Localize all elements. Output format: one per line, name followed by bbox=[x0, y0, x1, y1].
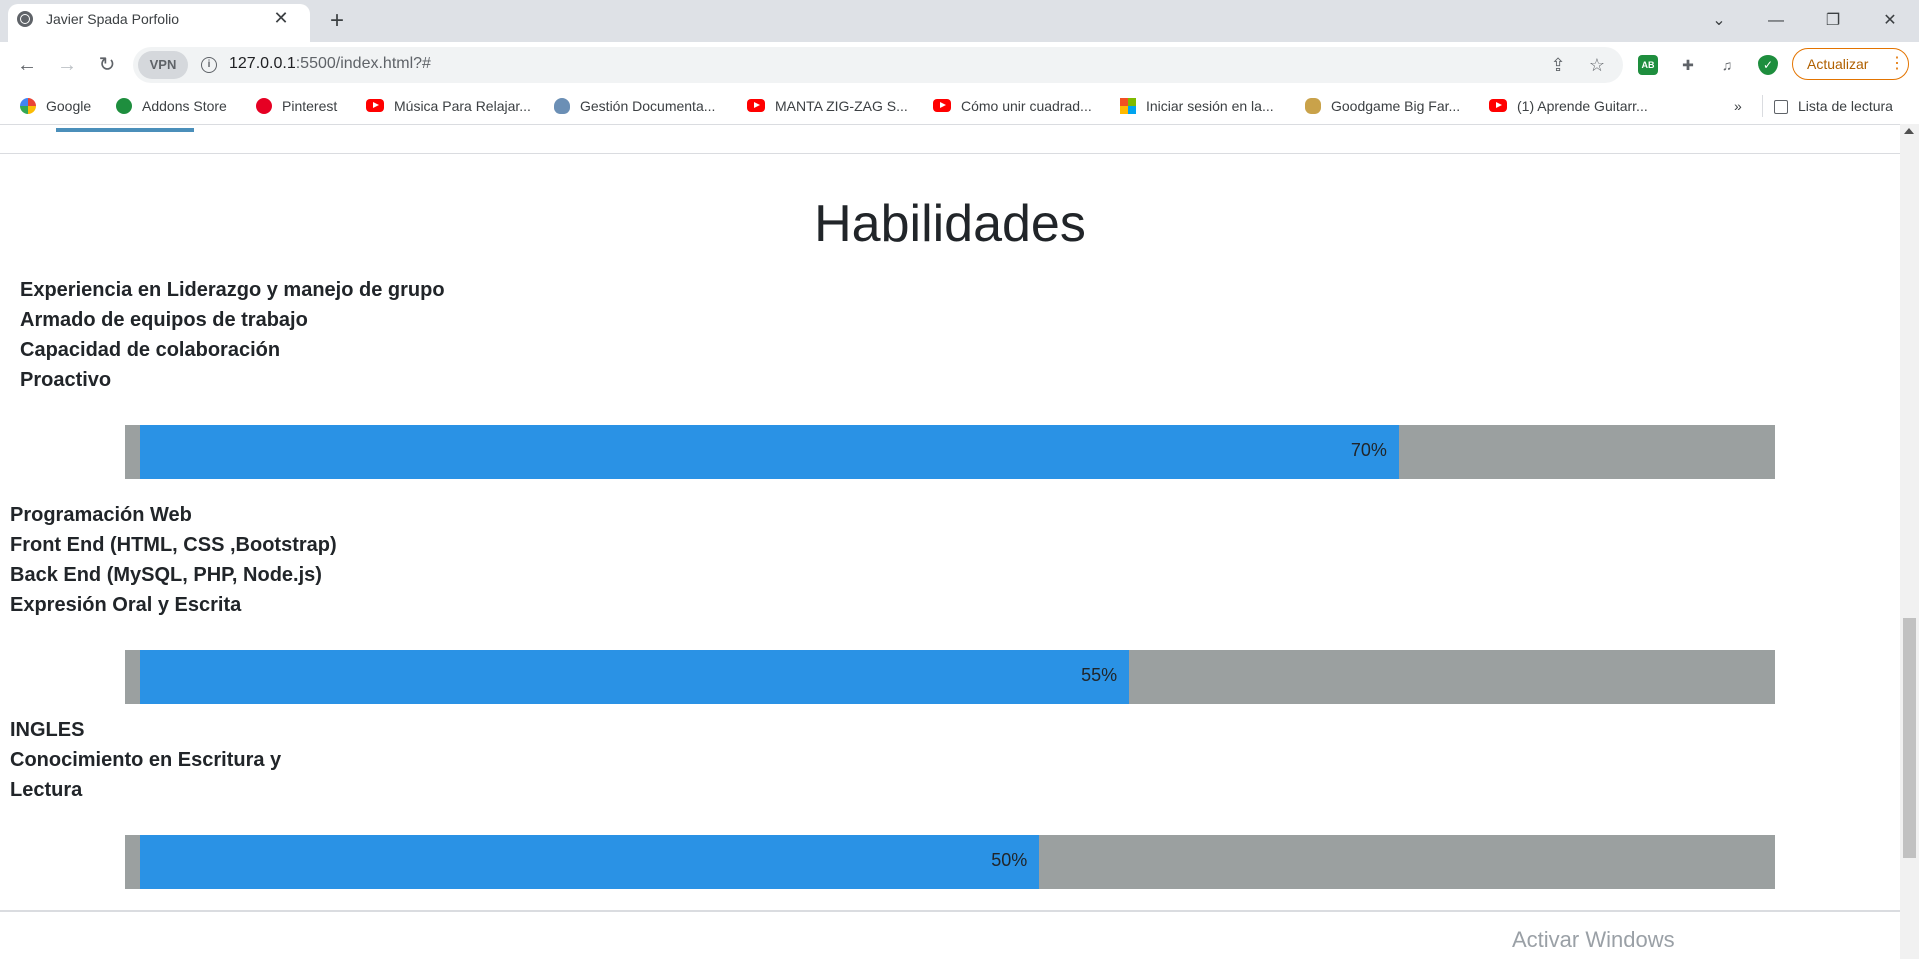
skill-item: Experiencia en Liderazgo y manejo de gru… bbox=[20, 279, 445, 301]
skill-item: Front End (HTML, CSS ,Bootstrap) bbox=[10, 534, 337, 556]
forward-icon[interactable]: → bbox=[52, 50, 82, 80]
page-title: Habilidades bbox=[814, 195, 1086, 253]
bookmarks-divider bbox=[1762, 95, 1763, 117]
bookmark-item[interactable]: Goodgame Big Far... bbox=[1305, 95, 1460, 117]
restore-button[interactable]: ❐ bbox=[1813, 6, 1853, 36]
progress-fill-3: 50% bbox=[140, 835, 1040, 889]
scrollbar-thumb[interactable] bbox=[1903, 618, 1916, 858]
skill-item: Lectura bbox=[10, 779, 83, 801]
skill-item: Armado de equipos de trabajo bbox=[20, 309, 308, 331]
progress-bar-1: 70% bbox=[125, 425, 1775, 479]
skill-item: Back End (MySQL, PHP, Node.js) bbox=[10, 564, 322, 586]
bookmark-item[interactable]: Cómo unir cuadrad... bbox=[933, 95, 1092, 117]
progress-bar-2: 55% bbox=[125, 650, 1775, 704]
bookmark-item[interactable]: Gestión Documenta... bbox=[554, 95, 715, 117]
progress-label-3: 50% bbox=[991, 850, 1028, 870]
reading-list-button[interactable]: Lista de lectura bbox=[1774, 95, 1893, 117]
bookmark-item[interactable]: Addons Store bbox=[116, 95, 227, 117]
media-control-icon[interactable]: ♫ bbox=[1715, 53, 1739, 77]
reload-icon[interactable]: ↻ bbox=[92, 50, 122, 80]
bookmark-item[interactable]: (1) Aprende Guitarr... bbox=[1489, 95, 1648, 117]
microsoft-icon bbox=[1120, 98, 1136, 114]
skill-item: Conocimiento en Escritura y bbox=[10, 749, 282, 771]
bookmark-label: Iniciar sesión en la... bbox=[1146, 98, 1274, 114]
bookmark-item[interactable]: Pinterest bbox=[256, 95, 337, 117]
bookmark-star-icon[interactable]: ☆ bbox=[1584, 52, 1610, 78]
nav-active-indicator bbox=[56, 128, 194, 132]
addons-icon bbox=[116, 98, 132, 114]
skills-group-1: Experiencia en Liderazgo y manejo de gru… bbox=[20, 275, 445, 395]
scroll-up-arrow[interactable] bbox=[1904, 128, 1914, 134]
url-host: 127.0.0.1 bbox=[229, 55, 296, 72]
bookmark-label: Cómo unir cuadrad... bbox=[961, 98, 1092, 114]
back-icon[interactable]: ← bbox=[12, 50, 42, 80]
progress-bar-3: 50% bbox=[125, 835, 1775, 889]
progress-label-2: 55% bbox=[1081, 665, 1118, 685]
skills-group-2: Programación Web Front End (HTML, CSS ,B… bbox=[10, 500, 337, 620]
youtube-icon bbox=[1489, 99, 1507, 112]
menu-icon[interactable]: ⋮ bbox=[1889, 52, 1905, 76]
footer-divider bbox=[0, 910, 1900, 912]
bookmark-label: Gestión Documenta... bbox=[580, 98, 716, 114]
bookmark-label: (1) Aprende Guitarr... bbox=[1517, 98, 1648, 114]
youtube-icon bbox=[747, 99, 765, 112]
skill-item: Programación Web bbox=[10, 504, 192, 526]
progress-label-1: 70% bbox=[1350, 440, 1387, 460]
close-tab-button[interactable]: ✕ bbox=[270, 7, 292, 29]
site-info-icon[interactable]: i bbox=[201, 57, 217, 73]
goodgame-icon bbox=[1305, 98, 1321, 114]
windows-activation-watermark: Activar Windows bbox=[1512, 927, 1675, 952]
nav-divider bbox=[0, 153, 1900, 154]
tab-title: Javier Spada Porfolio bbox=[46, 11, 180, 27]
skill-item: Expresión Oral y Escrita bbox=[10, 594, 242, 616]
bookmark-item[interactable]: Google bbox=[20, 95, 91, 117]
skill-item: Capacidad de colaboración bbox=[20, 339, 281, 361]
more-bookmarks-button[interactable]: » bbox=[1734, 95, 1742, 117]
bookmark-label: Pinterest bbox=[282, 98, 338, 114]
bookmark-label: Addons Store bbox=[142, 98, 227, 114]
vpn-badge[interactable]: VPN bbox=[138, 51, 188, 79]
bookmark-item[interactable]: MANTA ZIG-ZAG S... bbox=[747, 95, 908, 117]
bookmark-item[interactable]: Música Para Relajar... bbox=[366, 95, 531, 117]
youtube-icon bbox=[366, 99, 384, 112]
bookmark-label: Música Para Relajar... bbox=[394, 98, 531, 114]
share-icon[interactable]: ⇪ bbox=[1545, 52, 1571, 78]
pinterest-icon bbox=[256, 98, 272, 114]
close-window-button[interactable]: ✕ bbox=[1870, 6, 1910, 36]
adblock-extension-icon[interactable]: AB bbox=[1638, 55, 1658, 75]
reading-list-icon bbox=[1774, 100, 1788, 114]
youtube-icon bbox=[933, 99, 951, 112]
bookmark-label: Google bbox=[46, 98, 92, 114]
new-tab-button[interactable]: + bbox=[322, 6, 352, 36]
tab-search-icon[interactable]: ⌄ bbox=[1699, 6, 1739, 36]
bookmark-item[interactable]: Iniciar sesión en la... bbox=[1120, 95, 1274, 117]
progress-fill-2: 55% bbox=[140, 650, 1130, 704]
globe-icon bbox=[17, 11, 33, 27]
minimize-button[interactable]: — bbox=[1756, 6, 1796, 36]
crest-icon bbox=[554, 98, 570, 114]
skill-item: Proactivo bbox=[20, 369, 112, 391]
skill-item: INGLES bbox=[10, 719, 85, 741]
bookmark-label: Goodgame Big Far... bbox=[1331, 98, 1461, 114]
skills-group-3: INGLES Conocimiento en Escritura y Lectu… bbox=[10, 715, 281, 805]
extensions-icon[interactable]: ✚ bbox=[1676, 53, 1700, 77]
progress-fill-1: 70% bbox=[140, 425, 1399, 479]
bookmark-label: MANTA ZIG-ZAG S... bbox=[775, 98, 908, 114]
google-icon bbox=[20, 98, 36, 114]
reading-list-label: Lista de lectura bbox=[1798, 98, 1893, 114]
url-path: :5500/index.html?# bbox=[295, 55, 431, 72]
url-text[interactable]: 127.0.0.1:5500/index.html?# bbox=[229, 55, 431, 73]
